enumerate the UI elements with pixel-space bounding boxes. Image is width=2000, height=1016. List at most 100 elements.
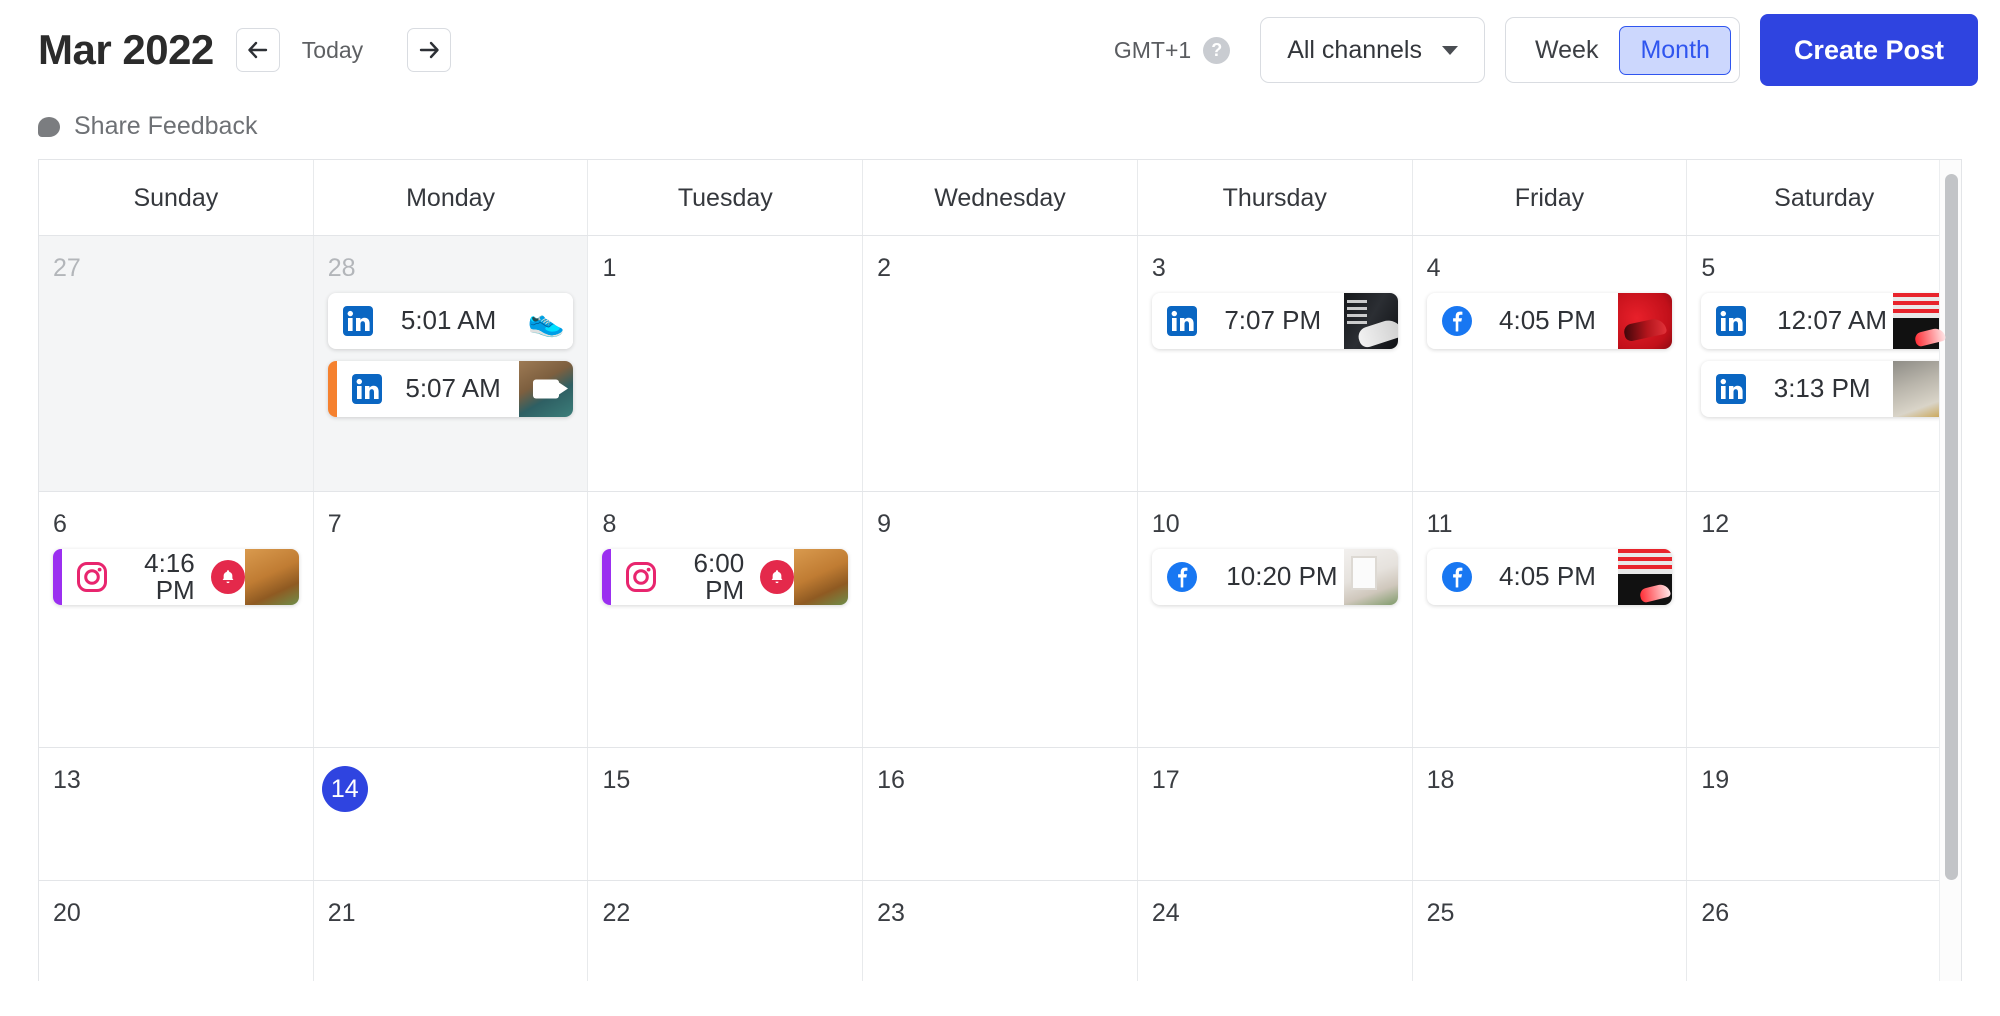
day-number: 17 [1152,766,1180,795]
arrow-right-icon [418,41,440,59]
weekday-header-sunday: Sunday [39,160,314,235]
day-number: 27 [53,254,81,283]
day-number: 16 [877,766,905,795]
next-month-button[interactable] [407,28,451,72]
prev-month-button[interactable] [236,28,280,72]
video-camera-icon [533,380,559,399]
post-chip-body: 5:07 AM [337,361,520,417]
calendar-day-cell[interactable]: 19 [1687,748,1961,880]
scheduled-post-chip[interactable]: 4:05 PM [1427,549,1673,605]
day-number: 2 [877,254,891,283]
calendar-week-row: 27 28 5:01 AM 5:07 AM 12 3 7:07 PM 4 4:05 PM 5 12:… [39,236,1961,492]
calendar-day-cell[interactable]: 24 [1138,881,1413,981]
weekday-header-saturday: Saturday [1687,160,1961,235]
calendar-scrollbar[interactable] [1939,160,1961,981]
scheduled-post-chip[interactable]: 5:01 AM [328,293,574,349]
calendar-day-cell[interactable]: 13 [39,748,314,880]
post-time-label: 4:05 PM [1483,307,1619,334]
calendar-day-cell[interactable]: 14 [314,748,589,880]
calendar-day-cell[interactable]: 27 [39,236,314,491]
calendar-day-cell[interactable]: 17 [1138,748,1413,880]
post-thumbnail [519,361,573,417]
calendar-container: SundayMondayTuesdayWednesdayThursdayFrid… [38,159,1962,981]
calendar-day-cell[interactable]: 22 [588,881,863,981]
calendar-week-row: 64:16 PM78 6:00 PM 9 10 10:20 PM 11 4:05 PM 12 [39,492,1961,748]
calendar-day-cell[interactable]: 12 [1687,492,1961,747]
post-chip-body: 3:13 PM [1701,361,1893,417]
calendar-day-cell[interactable]: 64:16 PM [39,492,314,747]
sale-shoe-graphic [1639,583,1671,604]
weekday-header-tuesday: Tuesday [588,160,863,235]
post-status-accent-bar [602,549,611,605]
scheduled-post-chip[interactable]: 10:20 PM [1152,549,1398,605]
calendar-day-cell[interactable]: 11 4:05 PM [1413,492,1688,747]
create-post-button[interactable]: Create Post [1760,14,1978,86]
post-thumbnail [245,549,299,605]
calendar-day-cell[interactable]: 26 [1687,881,1961,981]
post-thumbnail [794,549,848,605]
tab-month[interactable]: Month [1619,26,1730,75]
timezone-label: GMT+1 [1114,37,1191,64]
day-number: 3 [1152,254,1166,283]
day-number: 11 [1427,510,1453,539]
day-number: 20 [53,899,81,928]
day-number: 8 [602,510,616,539]
calendar-day-cell[interactable]: 3 7:07 PM [1138,236,1413,491]
calendar-weeks: 27285:01 AM5:07 AM1237:07 PM44:05 PM512:… [39,236,1961,981]
post-status-accent-bar [53,549,62,605]
scheduled-post-chip[interactable]: 5:07 AM [328,361,574,417]
help-icon[interactable]: ? [1203,37,1230,64]
weekday-header-monday: Monday [314,160,589,235]
scheduled-post-chip[interactable]: 4:05 PM [1427,293,1673,349]
calendar-day-cell[interactable]: 20 [39,881,314,981]
day-number: 10 [1152,510,1180,539]
post-chip-body: 10:20 PM [1152,549,1344,605]
calendar-day-cell[interactable]: 2 [863,236,1138,491]
scrollbar-thumb[interactable] [1945,174,1958,880]
scheduled-post-chip[interactable]: 7:07 PM [1152,293,1398,349]
calendar-week-row: 20 21 22 232425 26 [39,881,1961,981]
calendar-day-cell[interactable]: 28 5:01 AM 5:07 AM [314,236,589,491]
day-number: 22 [602,899,630,928]
post-time-label: 6:00 PM [667,550,750,605]
post-chip-body: 6:00 PM [611,549,794,605]
tab-week[interactable]: Week [1514,26,1619,75]
scheduled-post-chip[interactable]: 12:07 AM [1701,293,1947,349]
calendar-day-cell[interactable]: 5 12:07 AM 3:13 PM [1687,236,1961,491]
chevron-down-icon [1442,46,1458,55]
calendar-day-cell[interactable]: 10 10:20 PM [1138,492,1413,747]
today-button[interactable]: Today [302,37,363,64]
day-number: 26 [1701,899,1729,928]
scheduled-post-chip[interactable]: 6:00 PM [602,549,848,605]
calendar-day-cell[interactable]: 8 6:00 PM [588,492,863,747]
calendar-day-cell[interactable]: 1 [588,236,863,491]
day-number: 4 [1427,254,1441,283]
post-thumbnail [1618,293,1672,349]
day-number: 28 [328,254,356,283]
calendar-day-cell[interactable]: 25 [1413,881,1688,981]
share-feedback-button[interactable]: Share Feedback [0,100,2000,159]
view-toggle: Week Month [1505,17,1740,83]
facebook-icon [1441,561,1473,593]
calendar-day-cell[interactable]: 18 [1413,748,1688,880]
post-time-label: 4:16 PM [118,550,201,605]
channel-filter-dropdown[interactable]: All channels [1260,17,1485,83]
calendar-day-cell[interactable]: 9 [863,492,1138,747]
day-number: 12 [1701,510,1729,539]
day-number: 19 [1701,766,1729,795]
scheduled-post-chip[interactable]: 3:13 PM [1701,361,1947,417]
calendar-day-cell[interactable]: 15 [588,748,863,880]
calendar-day-cell[interactable]: 4 4:05 PM [1413,236,1688,491]
calendar-day-cell[interactable]: 7 [314,492,589,747]
post-chip-body: 12:07 AM [1701,293,1893,349]
calendar-day-cell[interactable]: 16 [863,748,1138,880]
post-thumbnail [1344,549,1398,605]
day-number: 9 [877,510,891,539]
calendar-day-cell[interactable]: 21 [314,881,589,981]
timezone-indicator: GMT+1 ? [1114,37,1230,64]
day-number: 5 [1701,254,1715,283]
calendar-day-cell[interactable]: 23 [863,881,1138,981]
weekday-header-friday: Friday [1413,160,1688,235]
instagram-icon [76,561,108,593]
scheduled-post-chip[interactable]: 4:16 PM [53,549,299,605]
